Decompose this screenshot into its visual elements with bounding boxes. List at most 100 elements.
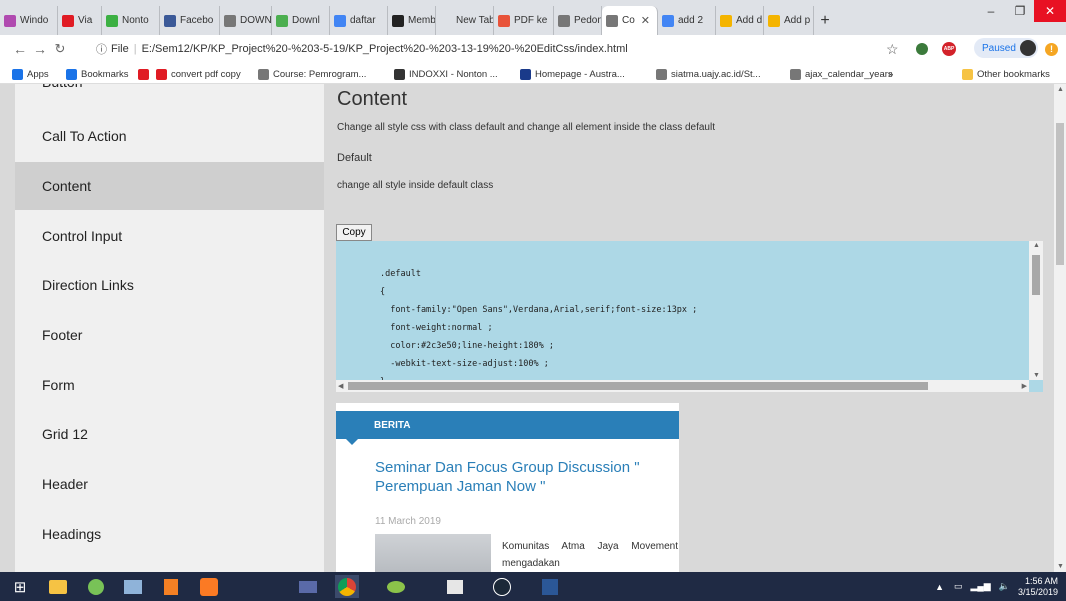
scroll-left-icon[interactable]: ◀ xyxy=(338,382,343,390)
word-icon[interactable] xyxy=(538,575,562,598)
update-alert-icon[interactable]: ! xyxy=(1045,39,1058,59)
news-excerpt: Komunitas Atma Jaya Movement mengadakan xyxy=(502,541,678,569)
tray-expand-icon[interactable]: ▲ xyxy=(935,582,944,592)
page-scroll-up-icon[interactable]: ▲ xyxy=(1057,86,1064,93)
browser-tab[interactable]: Add d xyxy=(716,6,764,35)
code-block[interactable]: .default { font-family:"Open Sans",Verda… xyxy=(336,241,1043,392)
browser-tab-strip: Windo Via Nonto Facebo DOWN Downl daftar Memb Ne… xyxy=(0,0,1066,35)
scroll-down-icon[interactable]: ▼ xyxy=(1033,372,1040,379)
code-vertical-scroll-thumb[interactable] xyxy=(1032,255,1040,295)
browser-tab[interactable]: daftar xyxy=(330,6,388,35)
network-app-icon[interactable] xyxy=(121,575,145,598)
card-header: BERITA xyxy=(336,411,679,445)
tab-favicon-icon xyxy=(662,14,674,27)
steam-icon[interactable] xyxy=(490,575,514,598)
scroll-right-icon[interactable]: ▶ xyxy=(1022,382,1027,390)
adblock-icon[interactable]: ABP xyxy=(942,39,956,59)
tab-close-icon[interactable]: ✕ xyxy=(641,14,650,27)
sidebar-item-content[interactable]: Content xyxy=(15,162,324,210)
window-app-icon[interactable] xyxy=(443,575,467,598)
sidebar-item-direction-links[interactable]: Direction Links xyxy=(15,261,324,309)
scroll-up-icon[interactable]: ▲ xyxy=(1033,242,1040,249)
sidebar-item-header[interactable]: Header xyxy=(15,460,324,508)
browser-tab[interactable]: Memb xyxy=(388,6,436,35)
sidebar-item-footer[interactable]: Footer xyxy=(15,311,324,359)
browser-tab[interactable]: Nonto xyxy=(102,6,160,35)
browser-tab[interactable]: New Tab xyxy=(436,6,494,35)
bookmark-star-icon[interactable]: ☆ xyxy=(886,39,899,59)
sidebar-item-grid-12[interactable]: Grid 12 xyxy=(15,410,324,458)
code-horizontal-scrollbar[interactable]: ◀ ▶ xyxy=(336,380,1029,392)
profile-status-label: Paused xyxy=(982,42,1016,54)
volume-icon[interactable]: 🔈 xyxy=(999,581,1010,592)
tab-label: Memb xyxy=(408,15,436,26)
bookmark-label: convert pdf copy xyxy=(171,68,241,80)
bookmark-item[interactable]: Bookmarks xyxy=(66,67,129,81)
tab-label: Nonto xyxy=(122,15,149,26)
browser-tab[interactable]: Downl xyxy=(272,6,330,35)
info-icon[interactable]: ⓘ xyxy=(96,41,107,57)
news-title-link[interactable]: Seminar Dan Focus Group Discussion " Per… xyxy=(375,458,665,496)
browser-tab[interactable]: PDF ke xyxy=(494,6,554,35)
sublime-text-icon[interactable] xyxy=(159,575,183,598)
page-scroll-down-icon[interactable]: ▼ xyxy=(1057,563,1064,570)
browser-tab[interactable]: Co ✕ xyxy=(602,6,658,35)
bookmark-item[interactable]: ajax_calendar_years xyxy=(790,67,893,81)
wifi-icon[interactable]: ▂▄▆ xyxy=(971,581,991,592)
sql-app-icon[interactable] xyxy=(296,575,320,598)
extension-icon[interactable] xyxy=(916,39,928,59)
browser-tab[interactable]: Add p xyxy=(764,6,814,35)
asterisk-icon xyxy=(520,68,531,80)
apps-icon xyxy=(12,68,23,80)
profile-paused-button[interactable]: Paused xyxy=(974,38,1038,58)
address-bar[interactable]: ⓘ File | E:/Sem12/KP/KP_Project%20-%203-… xyxy=(96,39,876,59)
code-horizontal-scroll-thumb[interactable] xyxy=(348,382,928,390)
tab-label: DOWN xyxy=(240,15,272,26)
clock[interactable]: 1:56 AM 3/15/2019 xyxy=(1018,576,1058,598)
sidebar-item-button[interactable]: Button xyxy=(15,84,324,94)
bookmark-item[interactable] xyxy=(138,67,153,81)
bookmark-label: INDOXXI - Nonton ... xyxy=(409,68,498,80)
code-vertical-scrollbar[interactable]: ▲ ▼ xyxy=(1029,241,1043,380)
bookmark-label: Homepage - Austra... xyxy=(535,68,625,80)
back-icon[interactable]: ← xyxy=(10,41,30,57)
copy-button[interactable]: Copy xyxy=(336,224,372,241)
bookmark-item[interactable]: Homepage - Austra... xyxy=(520,67,625,81)
sidebar-item-control-input[interactable]: Control Input xyxy=(15,212,324,260)
chrome-icon[interactable] xyxy=(335,575,359,598)
android-studio-icon[interactable] xyxy=(84,575,108,598)
bookmark-item[interactable]: convert pdf copy xyxy=(156,67,241,81)
browser-tab[interactable]: Via xyxy=(58,6,102,35)
file-explorer-icon[interactable] xyxy=(46,575,70,598)
other-bookmarks-button[interactable]: Other bookmarks xyxy=(962,67,1050,81)
forward-icon[interactable]: → xyxy=(30,41,50,57)
tab-favicon-icon xyxy=(224,14,236,27)
bookmark-item[interactable]: siatma.uajy.ac.id/St... xyxy=(656,67,761,81)
new-tab-button[interactable]: + xyxy=(814,6,836,35)
sidebar-item-call-to-action[interactable]: Call To Action xyxy=(15,112,324,160)
minimize-button[interactable]: – xyxy=(976,0,1006,22)
sidebar-item-form[interactable]: Form xyxy=(15,361,324,409)
tray-network-icon[interactable]: ▭ xyxy=(954,581,963,592)
browser-tab[interactable]: Pedom xyxy=(554,6,602,35)
xampp-icon[interactable] xyxy=(197,575,221,598)
clock-date: 3/15/2019 xyxy=(1017,586,1058,597)
close-window-button[interactable]: ✕ xyxy=(1034,0,1066,22)
sidebar-item-headings[interactable]: Headings xyxy=(15,510,324,558)
app-icon[interactable] xyxy=(384,575,408,598)
page-vertical-scrollbar[interactable]: ▲ ▼ xyxy=(1054,84,1066,572)
tab-label: Facebo xyxy=(180,15,214,26)
bookmark-item[interactable]: INDOXXI - Nonton ... xyxy=(394,67,498,81)
browser-tab[interactable]: add 2 xyxy=(658,6,716,35)
sidebar: Button Call To Action Content Control Input… xyxy=(15,84,324,572)
reload-icon[interactable]: ↻ xyxy=(50,41,70,57)
browser-tab[interactable]: Windo xyxy=(0,6,58,35)
bookmark-item[interactable]: Course: Pemrogram... xyxy=(258,67,366,81)
bookmark-item[interactable]: Apps xyxy=(12,67,49,81)
browser-tab[interactable]: DOWN xyxy=(220,6,272,35)
css-code: .default { font-family:"Open Sans",Verda… xyxy=(380,269,698,387)
browser-tab[interactable]: Facebo xyxy=(160,6,220,35)
windows-start-icon[interactable]: ⊞ xyxy=(8,575,32,598)
page-scroll-thumb[interactable] xyxy=(1056,123,1064,265)
maximize-button[interactable]: ❐ xyxy=(1006,0,1034,22)
